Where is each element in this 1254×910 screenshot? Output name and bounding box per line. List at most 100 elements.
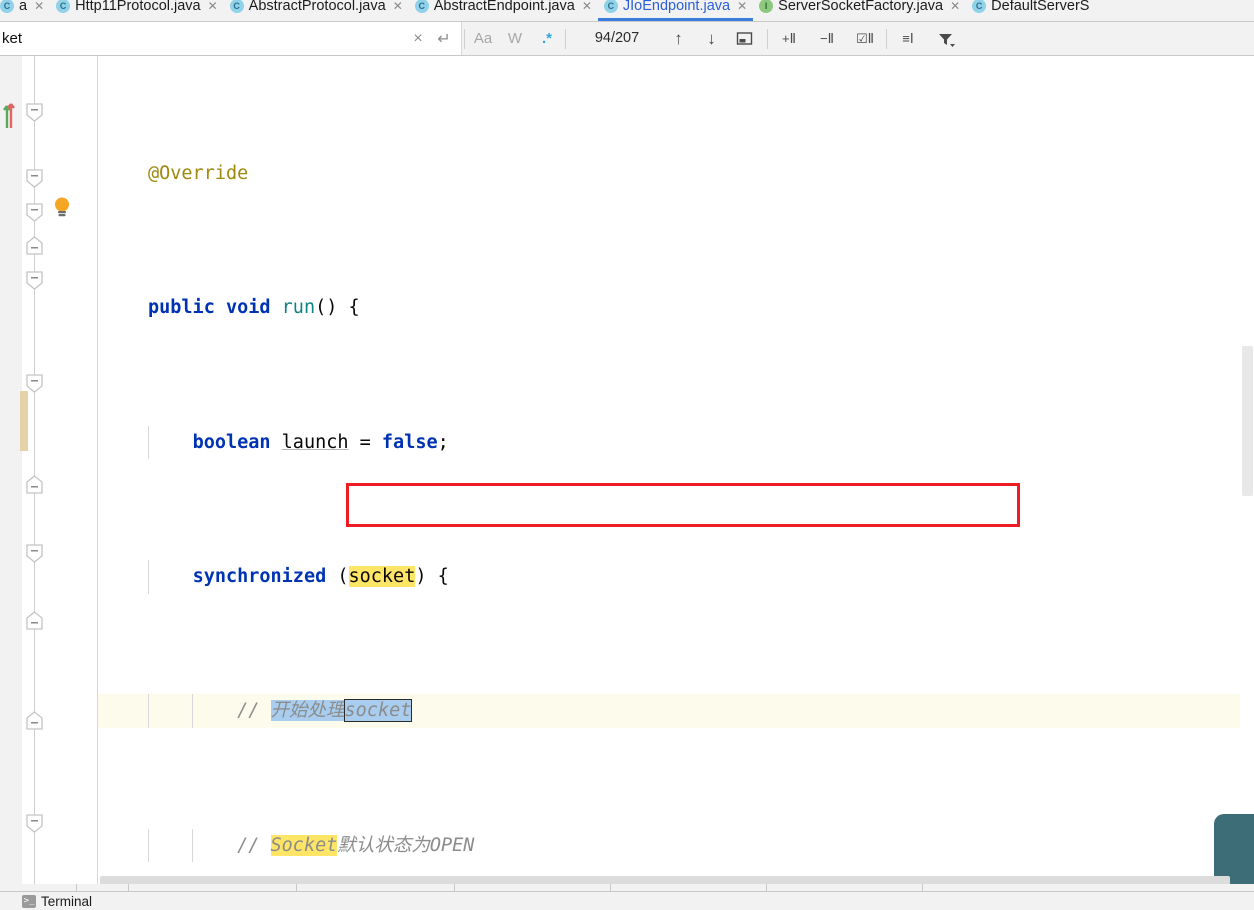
editor-tab-bar[interactable]: C a ✕ C Http11Protocol.java ✕ C Abstract… [0, 0, 1254, 22]
fold-up-glyph [26, 711, 43, 730]
var-launch: launch [281, 431, 349, 453]
fold-marker-collapse[interactable] [25, 813, 44, 833]
fold-marker-collapse[interactable] [25, 202, 44, 222]
terminal-label: Terminal [41, 893, 93, 909]
select-occurrences-icon[interactable]: ☑Ⅱ [846, 22, 884, 55]
paren-close: ) { [415, 565, 449, 587]
editor-tab-6[interactable]: C DefaultServerS [966, 0, 1095, 21]
match-case-icon[interactable]: Aa [467, 22, 499, 55]
clear-search-icon[interactable]: × [405, 22, 431, 55]
editor-tab-0[interactable]: C a ✕ [0, 0, 50, 21]
find-previous-icon[interactable]: ↑ [662, 22, 695, 55]
editor-tab-label: DefaultServerS [991, 0, 1090, 14]
comment-cn-open: 默认状态为OPEN [337, 834, 475, 856]
fold-down-glyph [26, 544, 43, 563]
fold-marker-expand[interactable] [25, 236, 44, 256]
editor-tab-5[interactable]: I ServerSocketFactory.java ✕ [753, 0, 966, 21]
fold-up-glyph [26, 475, 43, 494]
code-line-caret[interactable]: // 开始处理socket [98, 694, 1254, 728]
fold-down-glyph [26, 814, 43, 833]
regex-icon[interactable]: .* [531, 22, 563, 55]
close-icon[interactable]: ✕ [34, 0, 44, 13]
terminal-tool-window-button[interactable]: >_ Terminal [22, 894, 92, 909]
java-interface-icon: I [759, 0, 774, 13]
fold-marker-collapse[interactable] [25, 373, 44, 393]
code-editor[interactable]: @Override public void run() { boolean la… [0, 56, 1254, 891]
editor-tab-label: AbstractEndpoint.java [433, 0, 575, 14]
fold-marker-collapse[interactable] [25, 270, 44, 290]
fold-marker-collapse[interactable] [25, 102, 44, 122]
search-extra-actions: +Ⅱ −Ⅱ ☑Ⅱ ≡Ⅰ [765, 22, 965, 55]
search-input[interactable]: ket [0, 22, 405, 55]
editor-tab-3[interactable]: C AbstractEndpoint.java ✕ [409, 0, 598, 21]
search-history-icon[interactable]: ↵ [431, 22, 457, 55]
code-line[interactable]: // Socket默认状态为OPEN [98, 828, 1254, 863]
tool-window-strip [0, 884, 1254, 891]
code-line[interactable]: boolean launch = false; [98, 425, 1254, 460]
fold-up-glyph [26, 236, 43, 255]
code-line[interactable]: @Override [98, 157, 1254, 191]
editor-tab-1[interactable]: C Http11Protocol.java ✕ [50, 0, 224, 21]
close-icon[interactable]: ✕ [950, 0, 960, 13]
search-field-wrapper[interactable]: ket × ↵ [0, 22, 462, 55]
method-run: run [281, 297, 316, 319]
code-text[interactable]: @Override public void run() { boolean la… [98, 56, 1254, 891]
fold-marker-expand[interactable] [25, 611, 44, 631]
close-icon[interactable]: ✕ [737, 0, 747, 13]
keyword-boolean: boolean [192, 431, 271, 453]
divider [565, 28, 566, 49]
editor-tab-jioendpoint[interactable]: C JIoEndpoint.java ✕ [597, 0, 754, 21]
comment-cn-start: 开始处理 [270, 700, 345, 722]
remove-occurrence-icon[interactable]: −Ⅱ [808, 22, 846, 55]
search-match: socket [348, 565, 416, 587]
add-occurrence-icon[interactable]: +Ⅱ [770, 22, 808, 55]
java-class-icon: C [56, 0, 71, 13]
find-next-icon[interactable]: ↓ [695, 22, 728, 55]
fold-marker-expand[interactable] [25, 711, 44, 731]
java-class-icon: C [414, 0, 429, 13]
java-class-icon: C [603, 0, 618, 13]
editor-tab-label: ServerSocketFactory.java [778, 0, 944, 14]
filter-glyph [939, 33, 955, 47]
close-icon[interactable]: ✕ [208, 0, 218, 13]
code-line[interactable]: public void run() { [98, 291, 1254, 325]
select-all-occurrences-icon[interactable] [728, 22, 761, 55]
filter-icon[interactable] [927, 22, 965, 55]
sig-tail: () { [315, 297, 360, 319]
code-line[interactable]: synchronized (socket) { [98, 559, 1254, 594]
keyword-void: void [225, 297, 271, 319]
divider [767, 28, 768, 49]
fold-marker-collapse[interactable] [25, 168, 44, 188]
fold-down-glyph [26, 103, 43, 122]
vertical-scrollbar-thumb[interactable] [1242, 346, 1253, 496]
java-class-icon: C [229, 0, 244, 13]
editor-tab-2[interactable]: C AbstractProtocol.java ✕ [224, 0, 409, 21]
override-arrows-glyph [3, 103, 15, 128]
words-icon[interactable]: W [499, 22, 531, 55]
filter-lines-icon[interactable]: ≡Ⅰ [889, 22, 927, 55]
java-class-icon: C [972, 0, 987, 13]
method-override-icon[interactable] [3, 96, 15, 128]
annotation-override: @Override [148, 162, 249, 184]
editor-tab-label: AbstractProtocol.java [248, 0, 386, 14]
current-search-match: socket [343, 699, 413, 723]
editor-gutter[interactable] [0, 56, 22, 891]
search-options: Aa W .* [462, 22, 568, 55]
equals: = [348, 431, 382, 453]
keyword-synchronized: synchronized [192, 565, 327, 587]
divider [886, 28, 887, 49]
editor-tab-label: a [19, 0, 28, 14]
intention-bulb-icon[interactable] [52, 196, 72, 218]
match-counter: 94/207 [594, 30, 640, 46]
close-icon[interactable]: ✕ [393, 0, 403, 13]
fold-marker-expand[interactable] [25, 475, 44, 495]
comment-slashes: // [237, 700, 260, 722]
status-bar: >_ Terminal [0, 891, 1254, 910]
keyword-false: false [381, 431, 438, 453]
fold-up-glyph [26, 611, 43, 630]
bulb-glyph [55, 197, 69, 217]
close-icon[interactable]: ✕ [582, 0, 592, 13]
terminal-icon: >_ [22, 894, 36, 908]
fold-marker-collapse[interactable] [25, 543, 44, 563]
modified-lines-marker[interactable] [20, 391, 28, 451]
